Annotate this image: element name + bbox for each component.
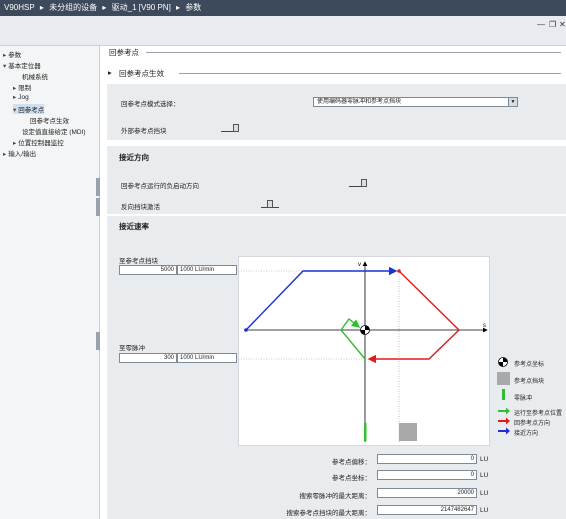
collapse-arrow-icon[interactable]: ▾: [13, 107, 16, 114]
zero-search-field[interactable]: 20000: [377, 488, 477, 498]
neg-start-label: 回参考点运行的负启动方向: [121, 183, 199, 190]
ref-coord-legend-icon: [498, 357, 508, 367]
mode-label: 回参考点模式选择：: [121, 101, 180, 108]
mode-select[interactable]: 使用编码器零脉冲和参考点挡块 ▼: [313, 97, 518, 107]
restore-icon[interactable]: ❐: [549, 20, 556, 29]
toolbar: — ❐ ✕: [0, 16, 566, 46]
cam-search-label: 搜索参考点挡块的最大距离：: [286, 510, 372, 517]
zero-pulse-mark: [364, 423, 367, 441]
splitter-handle[interactable]: [96, 332, 100, 350]
breadcrumb-group[interactable]: 未分组的设备: [49, 3, 97, 12]
reverse-cam-label: 反向挡块激活: [121, 204, 160, 211]
to-zero-unit: 1000 LU/min: [177, 353, 237, 363]
ref-offset-field[interactable]: 0: [377, 454, 477, 464]
external-cam-label: 外部参考点挡块: [121, 128, 167, 135]
splitter-handle[interactable]: [96, 198, 100, 216]
legend-ref-cam: 参考点挡块: [514, 379, 545, 385]
collapse-arrow-icon[interactable]: ▾: [3, 63, 6, 70]
toggle-knob[interactable]: [267, 200, 273, 208]
chevron-down-icon[interactable]: ▼: [508, 98, 517, 106]
start-point: [244, 328, 248, 332]
ref-cam-block: [399, 423, 417, 441]
cam-search-unit: LU: [480, 507, 489, 514]
external-cam-toggle[interactable]: [221, 124, 239, 132]
breadcrumb-drive[interactable]: 驱动_1 [V90 PN]: [112, 3, 171, 12]
splitter-handle[interactable]: [96, 178, 100, 196]
chevron-right-icon: ▸: [39, 3, 44, 12]
search-path: [340, 317, 366, 360]
homing-diagram-svg: v s: [121, 261, 488, 442]
ref-offset-unit: LU: [480, 456, 489, 463]
breadcrumb-project[interactable]: V90HSP: [4, 3, 35, 12]
sidebar-item-mdi[interactable]: 设定值直接给定 (MDI): [22, 126, 86, 136]
divider: [179, 73, 561, 74]
zero-pulse-legend-icon: [502, 389, 505, 400]
sidebar-item-homing-active[interactable]: 回参考点生效: [30, 115, 69, 125]
breadcrumb-params[interactable]: 参数: [185, 3, 201, 12]
arrow-legend-icons: [498, 407, 510, 435]
ref-coord-label: 参考点坐标：: [332, 475, 371, 482]
ref-cam-legend-icon: [497, 372, 510, 385]
zero-search-label: 搜索零脉冲的最大距离：: [299, 493, 372, 500]
sidebar-item-basic-positioner[interactable]: ▾ 基本定位器: [3, 60, 41, 70]
sidebar-item-mechanics[interactable]: 机械系统: [22, 71, 48, 81]
subsection-title: 回参考点生效: [119, 69, 164, 78]
legend-ref-coord: 参考点坐标: [514, 362, 545, 368]
expand-arrow-icon[interactable]: ▸: [3, 151, 6, 158]
to-cam-speed-field[interactable]: 5000: [119, 265, 177, 275]
toggle-knob[interactable]: [233, 124, 239, 132]
homing-mode-panel: [107, 84, 566, 140]
section-title: 回参考点: [109, 48, 139, 57]
sidebar-item-jog[interactable]: ▸ Jog: [13, 93, 29, 101]
to-cam-unit: 1000 LU/min: [177, 265, 237, 275]
expand-arrow-icon[interactable]: ▸: [13, 94, 16, 101]
sidebar-item-limits[interactable]: ▸ 限制: [13, 82, 31, 92]
ref-coord-unit: LU: [480, 472, 489, 479]
to-cam-label: 至参考点挡块: [119, 258, 158, 265]
axis-s-label: s: [483, 323, 486, 329]
expand-arrow-icon[interactable]: ▸: [3, 52, 6, 59]
legend-approach-dir: 接近方向: [514, 431, 539, 437]
chevron-right-icon: ▸: [176, 3, 181, 12]
return-path: [367, 270, 461, 364]
neg-start-toggle[interactable]: [349, 179, 367, 187]
legend-zero-pulse: 零脉冲: [514, 396, 533, 402]
approach-speed-title: 接近速率: [119, 222, 149, 231]
ref-coord-field[interactable]: 0: [377, 470, 477, 480]
expand-arrow-icon[interactable]: ▸: [13, 85, 16, 92]
sidebar: ▸ 参数 ▾ 基本定位器 机械系统 ▸ 限制 ▸ Jog ▾ 回参考点 回参考点生效 设定…: [0, 46, 100, 519]
close-icon[interactable]: ✕: [559, 20, 566, 29]
cam-search-field[interactable]: 2147482647: [377, 505, 477, 515]
toggle-knob[interactable]: [361, 179, 367, 187]
legend-ref-dir: 回参考点方向: [514, 421, 551, 427]
legend-run-to-ref: 运行至参考点位置: [514, 411, 563, 417]
ref-offset-label: 参考点偏移：: [332, 459, 371, 466]
sidebar-item-io[interactable]: ▸ 输入/输出: [3, 148, 36, 158]
sidebar-item-position-monitor[interactable]: ▸ 位置控制器监控: [13, 137, 64, 147]
divider: [146, 52, 561, 53]
approach-direction-title: 接近方向: [119, 153, 149, 162]
to-zero-speed-field[interactable]: 300: [119, 353, 177, 363]
approach-path: [245, 266, 398, 331]
chevron-right-icon: ▸: [102, 3, 107, 12]
zero-search-unit: LU: [480, 490, 489, 497]
breadcrumb: V90HSP ▸ 未分组的设备 ▸ 驱动_1 [V90 PN] ▸ 参数: [0, 0, 566, 16]
to-zero-label: 至零脉冲: [119, 345, 145, 352]
sidebar-item-homing[interactable]: ▾ 回参考点: [13, 104, 45, 114]
reverse-cam-toggle[interactable]: [261, 200, 279, 208]
sidebar-item-params[interactable]: ▸ 参数: [3, 49, 21, 59]
expand-arrow-icon[interactable]: ▸: [13, 140, 16, 147]
chevron-right-icon: ▸: [108, 68, 112, 77]
axis-v-label: v: [358, 262, 361, 268]
homing-diagram: v s: [121, 256, 490, 446]
minimize-icon[interactable]: —: [537, 20, 545, 29]
